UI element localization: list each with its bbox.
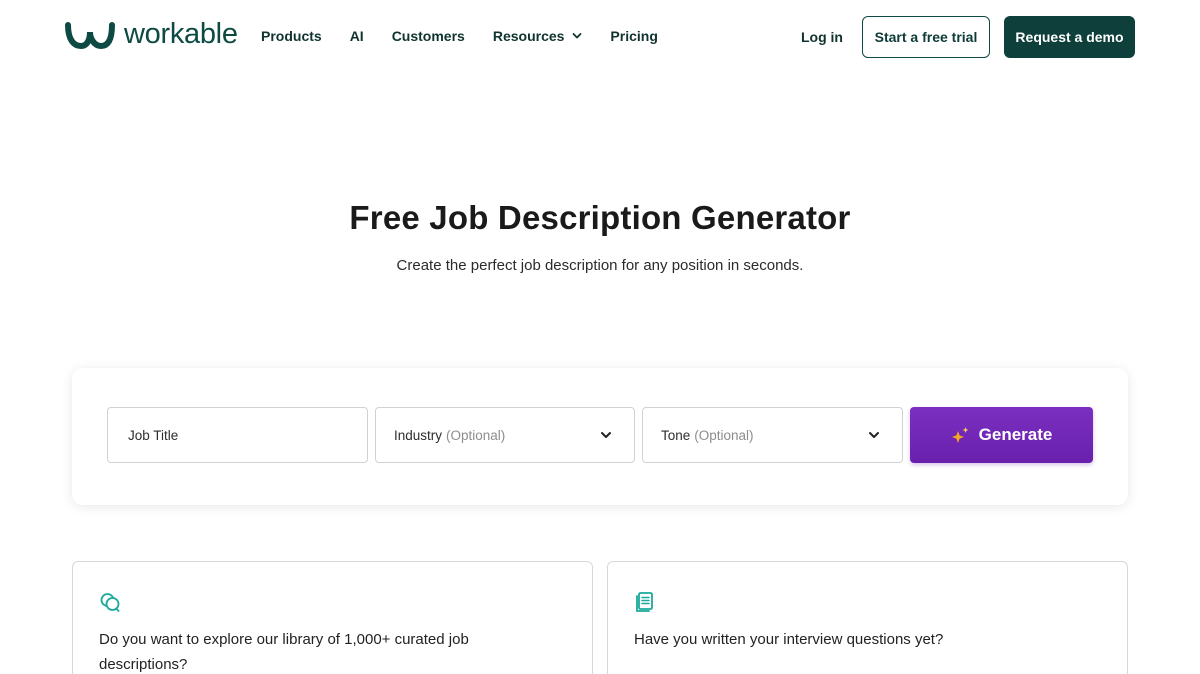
- nav-pricing[interactable]: Pricing: [610, 27, 657, 45]
- site-header: workable Products AI Customers Resources…: [0, 0, 1200, 74]
- nav-customers[interactable]: Customers: [392, 27, 465, 45]
- tone-label: Tone: [661, 427, 691, 443]
- main-nav: Products AI Customers Resources Pricing: [261, 27, 658, 45]
- logo-text: workable: [124, 17, 238, 50]
- interview-questions-card[interactable]: Have you written your interview question…: [607, 561, 1128, 674]
- sparkle-icon: [951, 427, 969, 443]
- job-title-placeholder: Job Title: [128, 427, 179, 443]
- nav-products[interactable]: Products: [261, 27, 322, 45]
- chat-bubbles-icon: [100, 593, 120, 612]
- generator-form: Job Title Industry (Optional) Tone (Opti…: [72, 368, 1128, 505]
- nav-resources-label: Resources: [492, 28, 565, 44]
- workable-logo-icon: [65, 22, 115, 50]
- industry-label: Industry: [394, 427, 443, 443]
- interview-questions-text: Have you written your interview question…: [634, 631, 944, 648]
- chevron-down-icon: [601, 432, 611, 438]
- login-link[interactable]: Log in: [801, 28, 843, 46]
- tone-select[interactable]: Tone (Optional): [642, 407, 903, 463]
- industry-select[interactable]: Industry (Optional): [375, 407, 635, 463]
- nav-ai[interactable]: AI: [350, 27, 364, 45]
- document-icon: [636, 592, 653, 612]
- nav-resources[interactable]: Resources: [493, 27, 583, 45]
- job-library-text: Do you want to explore our library of 1,…: [99, 631, 469, 673]
- request-demo-button[interactable]: Request a demo: [1004, 16, 1135, 58]
- page-subtitle: Create the perfect job description for a…: [396, 257, 804, 274]
- generate-label: Generate: [978, 425, 1053, 444]
- industry-optional-hint: (Optional): [446, 427, 506, 443]
- job-library-card[interactable]: Do you want to explore our library of 1,…: [72, 561, 593, 674]
- chevron-down-icon: [573, 33, 582, 39]
- workable-logo[interactable]: workable: [64, 18, 238, 52]
- generate-button[interactable]: Generate: [910, 407, 1093, 463]
- start-free-trial-button[interactable]: Start a free trial: [862, 16, 990, 58]
- chevron-down-icon: [869, 432, 879, 438]
- page-title: Free Job Description Generator: [349, 199, 851, 236]
- job-title-input[interactable]: Job Title: [107, 407, 368, 463]
- tone-optional-hint: (Optional): [694, 427, 754, 443]
